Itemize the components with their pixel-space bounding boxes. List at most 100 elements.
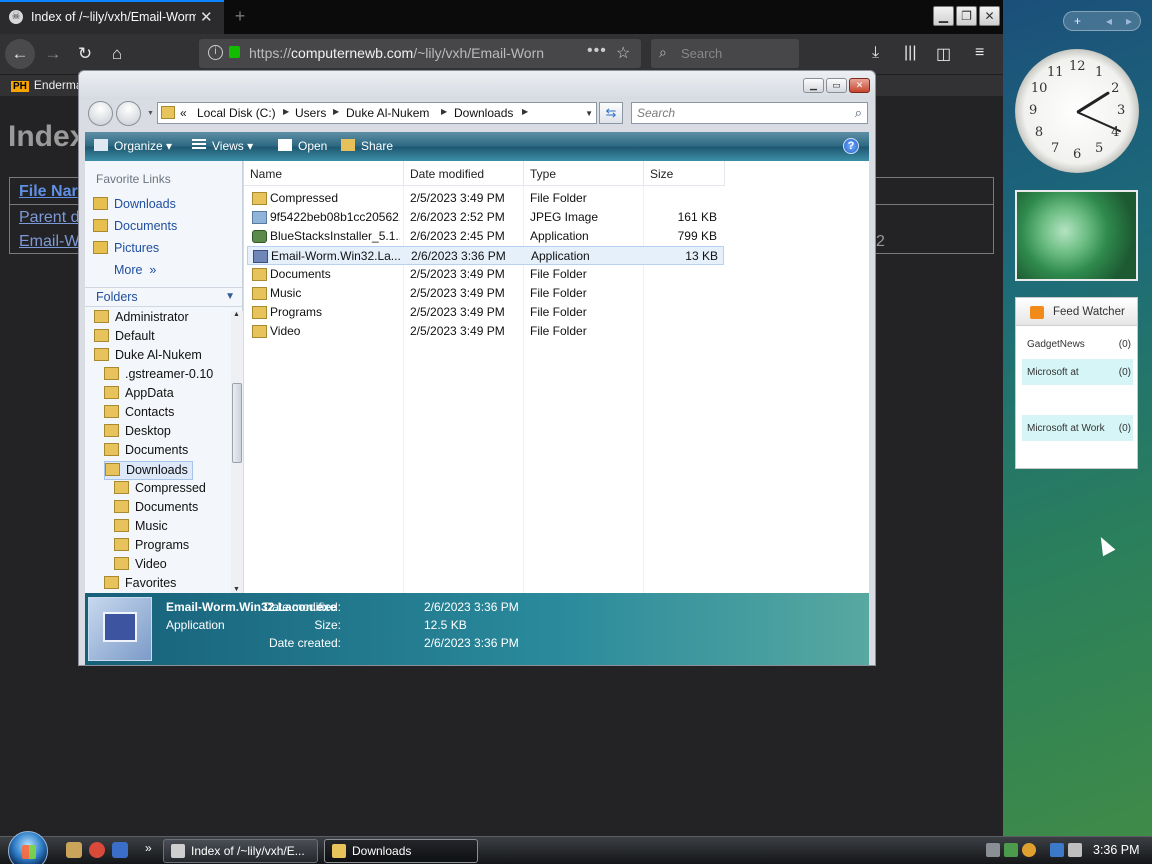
clock-gadget[interactable]: 12 1 2 3 4 5 6 7 8 9 10 11 — [1015, 49, 1139, 173]
column-type[interactable]: Type — [524, 161, 644, 186]
close-button[interactable]: ✕ — [979, 6, 1000, 26]
favorite-more[interactable]: More » — [114, 263, 156, 277]
tree-item[interactable]: Compressed — [114, 480, 206, 499]
quicklaunch-browser-icon[interactable] — [89, 842, 105, 858]
forward-button[interactable]: → — [38, 39, 68, 69]
tree-item[interactable]: Duke Al-Nukem — [94, 347, 202, 366]
page-actions-icon[interactable]: ••• — [587, 42, 607, 60]
sidebar-icon[interactable]: ◫ — [936, 44, 951, 64]
reload-button[interactable]: ↻ — [70, 39, 100, 69]
breadcrumb-local-disk[interactable]: Local Disk (C:) — [197, 106, 276, 120]
breadcrumb-arrow-icon[interactable]: ▶ — [441, 107, 447, 116]
breadcrumb-arrow-icon[interactable]: ▶ — [333, 107, 339, 116]
close-tab-icon[interactable]: ✕ — [200, 8, 213, 26]
taskbar-button-firefox[interactable]: Index of /~lily/vxh/E... — [163, 839, 318, 863]
slideshow-gadget[interactable] — [1015, 190, 1138, 281]
tree-item[interactable]: Default — [94, 328, 155, 347]
feed-item[interactable]: Microsoft at (0) — [1022, 359, 1133, 385]
info-icon[interactable]: i — [208, 45, 223, 60]
organize-button[interactable]: Organize ▾ — [94, 139, 172, 153]
file-row[interactable]: Compressed 2/5/2023 3:49 PM File Folder — [247, 189, 724, 208]
feed-watcher-gadget[interactable]: Feed Watcher GadgetNews (0) Microsoft at(… — [1015, 297, 1138, 469]
column-name[interactable]: Name — [244, 161, 404, 186]
tree-item[interactable]: Administrator — [94, 309, 189, 328]
views-button[interactable]: Views ▾ — [192, 139, 253, 153]
tray-monitor-icon[interactable] — [1050, 843, 1064, 857]
tree-item[interactable]: Documents — [114, 499, 198, 518]
tray-search-icon[interactable] — [1022, 843, 1036, 857]
previous-page-icon[interactable]: ◂ — [1106, 14, 1112, 28]
parent-dir-link[interactable]: Parent d — [19, 209, 79, 227]
favorite-pictures[interactable]: Pictures — [93, 241, 159, 255]
scroll-thumb[interactable] — [232, 383, 242, 463]
explorer-maximize-button[interactable]: ▭ — [826, 78, 847, 93]
column-date-modified[interactable]: Date modified — [404, 161, 524, 186]
favorite-documents[interactable]: Documents — [93, 219, 177, 233]
browser-tab[interactable]: ☠ Index of /~lily/vxh/Email-Worm ✕ — [0, 0, 224, 34]
minimize-button[interactable]: ▁ — [933, 6, 954, 26]
tree-item[interactable]: Music — [114, 518, 168, 537]
tray-volume-muted-icon[interactable] — [1068, 843, 1082, 857]
folders-header[interactable]: Folders ▼ — [85, 287, 242, 307]
scroll-down-icon[interactable]: ▼ — [233, 586, 240, 593]
file-row[interactable]: BlueStacksInstaller_5.1... 2/6/2023 2:45 … — [247, 227, 724, 246]
explorer-titlebar[interactable]: ▁ ▭ ✕ — [79, 71, 875, 99]
library-icon[interactable]: ||| — [904, 44, 916, 62]
tray-app-icon[interactable] — [1004, 843, 1018, 857]
tree-item[interactable]: Video — [114, 556, 167, 575]
email-worm-link[interactable]: Email-W — [19, 233, 79, 251]
downloads-icon[interactable]: ⤓ — [872, 44, 879, 62]
breadcrumb-users[interactable]: Users — [295, 106, 326, 120]
recent-pages-icon[interactable]: ▼ — [147, 110, 154, 117]
explorer-minimize-button[interactable]: ▁ — [803, 78, 824, 93]
quicklaunch-desktop-icon[interactable] — [112, 842, 128, 858]
file-row[interactable]: Documents 2/5/2023 3:49 PM File Folder — [247, 265, 724, 284]
taskbar-button-downloads[interactable]: Downloads — [324, 839, 478, 863]
tree-item[interactable]: Desktop — [104, 423, 171, 442]
breadcrumb-downloads[interactable]: Downloads — [454, 106, 513, 120]
breadcrumb-arrow-icon[interactable]: ▶ — [283, 107, 289, 116]
start-button[interactable] — [8, 831, 48, 864]
refresh-button[interactable]: ⇆ — [599, 102, 623, 124]
new-tab-button[interactable]: + — [229, 5, 251, 27]
menu-icon[interactable]: ≡ — [975, 44, 984, 62]
tree-item[interactable]: Contacts — [104, 404, 174, 423]
file-row[interactable]: Music 2/5/2023 3:49 PM File Folder — [247, 284, 724, 303]
file-row[interactable]: Video 2/5/2023 3:49 PM File Folder — [247, 322, 724, 341]
tree-item[interactable]: Programs — [114, 537, 189, 556]
column-size[interactable]: Size — [644, 161, 725, 186]
breadcrumb-overflow[interactable]: « — [180, 106, 187, 120]
address-bar[interactable]: « Local Disk (C:) ▶ Users ▶ Duke Al-Nuke… — [157, 102, 597, 124]
tree-item[interactable]: .gstreamer-0.10 — [104, 366, 213, 385]
home-button[interactable]: ⌂ — [102, 39, 132, 69]
explorer-search-input[interactable]: Search ⌕ — [631, 102, 868, 124]
tree-item[interactable]: Favorites — [104, 575, 176, 593]
taskbar-clock[interactable]: 3:36 PM — [1093, 843, 1140, 857]
tree-scrollbar[interactable]: ▲ ▼ — [231, 311, 243, 593]
breadcrumb-user[interactable]: Duke Al-Nukem — [346, 106, 429, 120]
quicklaunch-app-icon[interactable] — [66, 842, 82, 858]
address-dropdown-icon[interactable]: ▼ — [585, 109, 593, 118]
url-bar[interactable]: i https://computernewb.com/~lily/vxh/Ema… — [199, 39, 641, 68]
share-button[interactable]: Share — [341, 139, 393, 153]
bookmark-item[interactable]: PH Enderma — [11, 78, 83, 92]
breadcrumb-arrow-icon[interactable]: ▶ — [522, 107, 528, 116]
search-input[interactable]: ⌕ Search — [651, 39, 799, 68]
tree-item[interactable]: Documents — [104, 442, 188, 461]
back-button[interactable]: ← — [5, 39, 35, 69]
quicklaunch-more-icon[interactable]: » — [145, 841, 152, 855]
bookmark-star-icon[interactable]: ☆ — [616, 43, 630, 63]
next-page-icon[interactable]: ▸ — [1126, 14, 1132, 28]
feed-item[interactable]: GadgetNews (0) — [1022, 331, 1133, 357]
feed-item[interactable]: Microsoft at Work (0) — [1022, 415, 1133, 441]
restore-button[interactable]: ❐ — [956, 6, 977, 26]
file-row[interactable]: Email-Worm.Win32.La... 2/6/2023 3:36 PM Ap… — [247, 246, 724, 265]
scroll-up-icon[interactable]: ▲ — [233, 311, 240, 318]
add-gadget-button[interactable]: + — [1074, 14, 1081, 28]
file-row[interactable]: 9f5422beb08b1cc20562... 2/6/2023 2:52 PM J… — [247, 208, 724, 227]
explorer-back-button[interactable] — [88, 101, 113, 126]
favorite-downloads[interactable]: Downloads — [93, 197, 176, 211]
open-button[interactable]: Open — [278, 139, 327, 153]
tree-item[interactable]: Downloads — [104, 461, 193, 480]
explorer-close-button[interactable]: ✕ — [849, 78, 870, 93]
